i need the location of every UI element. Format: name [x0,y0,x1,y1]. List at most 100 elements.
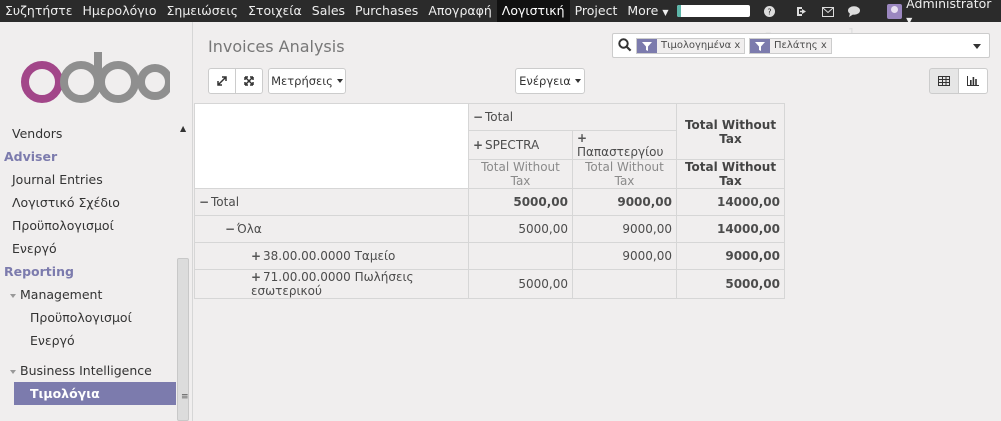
table-icon [938,76,950,86]
sidebar: Vendors Adviser Journal Entries Λογιστικ… [0,22,193,421]
facet-label: Τιμολογημένα [661,40,732,51]
facet-label: Πελάτης [774,40,818,51]
measure-header[interactable]: Total Without Tax [468,159,573,189]
chat-icon[interactable]: 1 [847,0,871,40]
col-header-papastergiou[interactable]: +Παπαστεργίου [572,130,677,160]
expand-icon[interactable]: + [473,138,485,152]
table-row: − Total 5000,00 9000,00 14000,00 [194,188,785,216]
col-header-label: Παπαστεργίου [577,145,664,159]
table-cell: 9000,00 [676,242,785,270]
sidebar-item-assets[interactable]: Ενεργό [0,237,176,260]
filter-icon [637,39,657,53]
arrows-icon [244,76,254,86]
table-cell: 9000,00 [572,215,677,243]
row-header-account[interactable]: +38.00.00.0000 Ταμείο [194,242,469,270]
sidebar-item-vendors[interactable]: Vendors [0,122,176,145]
caret-down-icon [10,293,16,298]
search-facet-invoiced[interactable]: Τιμολογημένα x [636,38,746,54]
table-cell [468,242,573,270]
search-box[interactable]: Τιμολογημένα x Πελάτης x [612,33,990,58]
sidebar-item-business-intelligence[interactable]: Business Intelligence [0,359,176,382]
user-name: Administrator [906,0,992,11]
sidebar-item-label: Business Intelligence [20,363,152,378]
help-icon[interactable]: ?▼ [763,0,782,39]
sidebar-header-adviser: Adviser [4,149,58,164]
sidebar-item-chart-of-accounts[interactable]: Λογιστικό Σχέδιο [0,191,176,214]
menu-item-inventory[interactable]: Απογραφή [423,0,496,22]
facet-remove-icon[interactable]: x [821,40,827,51]
measure-header[interactable]: Total Without Tax [676,159,785,189]
bar-chart-icon [967,76,979,86]
sidebar-scrollbar[interactable]: ▲ ≡ [177,120,191,421]
row-label: 38.00.00.0000 Ταμείο [263,249,396,263]
row-label: Total [211,195,240,209]
top-navbar: Συζητήστε Ημερολόγιο Σημειώσεις Στοιχεία… [0,0,1001,40]
scrollbar-thumb[interactable]: ≡ [177,258,189,421]
svg-text:?: ? [767,8,771,17]
expand-icon[interactable]: + [251,270,263,284]
col-header-label: Total [485,110,514,124]
graph-view-button[interactable] [958,68,988,94]
pivot-corner [194,103,469,189]
caret-down-icon [336,79,343,83]
expand-icon [217,76,227,86]
facet-remove-icon[interactable]: x [734,40,740,51]
menu-item-contacts[interactable]: Στοιχεία [243,0,307,22]
scroll-up-icon[interactable]: ▲ [180,124,186,133]
avatar[interactable] [887,3,903,19]
systray: ?▼ 1 Administrator ▼ [677,0,1001,40]
table-cell: 14000,00 [676,188,785,216]
menu-item-purchases[interactable]: Purchases [350,0,423,22]
menu-item-notes[interactable]: Σημειώσεις [162,0,243,22]
search-icon [618,38,632,55]
odoo-logo[interactable] [18,52,173,112]
col-header-label: SPECTRA [485,138,540,152]
sidebar-item-mgmt-budgets[interactable]: Προϋπολογισμοί [0,306,176,329]
row-header-total[interactable]: − Total [194,188,469,216]
row-header-all[interactable]: − Όλα [194,215,469,243]
collapse-icon[interactable]: − [199,195,211,209]
logout-icon[interactable] [796,0,808,22]
table-cell: 5000,00 [468,215,573,243]
col-header-spectra[interactable]: + SPECTRA [468,130,573,160]
actions-label: Ενέργεια [519,74,571,88]
row-header-account[interactable]: +71.00.00.0000 Πωλήσεις εσωτερικού [194,269,469,299]
actions-button[interactable]: Ενέργεια [515,68,585,94]
mail-icon[interactable] [821,0,834,22]
row-label: 71.00.00.0000 Πωλήσεις εσωτερικού [251,270,414,298]
caret-down-icon [574,79,581,83]
measures-button[interactable]: Μετρήσεις [268,68,346,94]
menu-item-project[interactable]: Project [570,0,623,22]
table-cell: 9000,00 [572,188,677,216]
menu-item-calendar[interactable]: Ημερολόγιο [78,0,162,22]
sidebar-item-mgmt-assets[interactable]: Ενεργό [0,329,176,352]
progress-bar [677,5,750,17]
chevron-down-icon: ▼ [662,8,669,17]
collapse-icon[interactable]: − [225,222,237,236]
sidebar-header-reporting: Reporting [4,264,74,279]
sidebar-item-invoices[interactable]: Τιμολόγια [14,382,176,405]
caret-down-icon [10,369,16,374]
collapse-icon[interactable]: − [473,110,485,124]
menu-item-more[interactable]: More ▼ [622,0,673,22]
sidebar-item-journal-entries[interactable]: Journal Entries [0,168,176,191]
col-header-total[interactable]: − Total [468,103,677,131]
sidebar-item-management[interactable]: Management [0,283,176,306]
table-row: +38.00.00.0000 Ταμείο 9000,00 9000,00 [194,242,785,270]
progress-fill [677,5,681,17]
menu-item-accounting[interactable]: Λογιστική [496,0,570,22]
search-dropdown-icon[interactable] [973,44,981,49]
sidebar-item-budgets[interactable]: Προϋπολογισμοί [0,214,176,237]
pivot-view-button[interactable] [929,68,959,94]
measures-label: Μετρήσεις [271,74,333,88]
table-cell: 5000,00 [468,269,573,299]
table-row: +71.00.00.0000 Πωλήσεις εσωτερικού 5000,… [194,269,785,299]
menu-item-sales[interactable]: Sales [307,0,350,22]
flip-axis-button[interactable] [235,68,263,94]
expand-all-button[interactable] [208,68,236,94]
measure-header[interactable]: Total Without Tax [572,159,677,189]
search-facet-customer[interactable]: Πελάτης x [749,38,832,54]
expand-icon[interactable]: + [251,249,263,263]
menu-item-discuss[interactable]: Συζητήστε [0,0,78,22]
expand-icon[interactable]: + [577,131,589,145]
